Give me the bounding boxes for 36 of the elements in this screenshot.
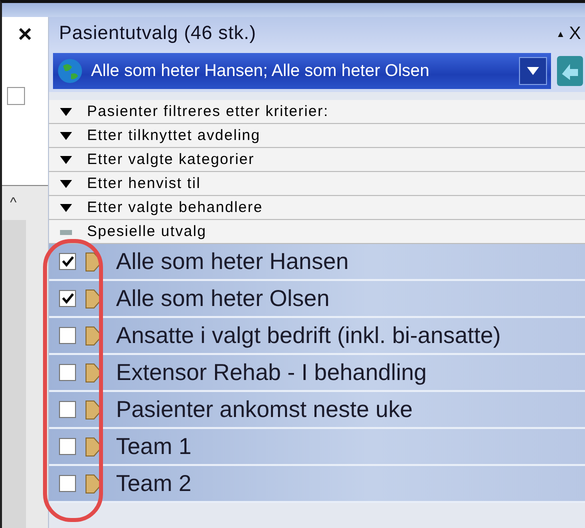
dropdown-arrow-icon[interactable] (526, 66, 540, 76)
expand-arrow-icon[interactable] (59, 130, 73, 140)
section-label[interactable]: Etter valgte kategorier (87, 151, 254, 168)
section-label[interactable]: Etter valgte behandlere (87, 199, 263, 216)
list-item[interactable]: Alle som heter Hansen (49, 244, 585, 281)
globe-icon (57, 58, 83, 84)
expand-arrow-icon[interactable] (59, 106, 73, 116)
checkbox[interactable] (7, 87, 25, 105)
list-item[interactable]: Extensor Rehab - I behandling (49, 355, 585, 392)
checkbox[interactable] (59, 475, 76, 492)
list-item[interactable]: Team 2 (49, 466, 585, 503)
section-label[interactable]: Etter tilknyttet avdeling (87, 127, 260, 144)
close-icon[interactable]: X (568, 23, 581, 44)
expand-arrow-icon[interactable] (59, 178, 73, 188)
list-item[interactable]: Pasienter ankomst neste uke (49, 392, 585, 429)
scroll-up-icon[interactable]: ^ (10, 194, 17, 210)
checkbox[interactable] (59, 401, 76, 418)
expand-arrow-icon[interactable] (59, 202, 73, 212)
list-item[interactable]: Ansatte i valgt bedrift (inkl. bi-ansatte) (49, 318, 585, 355)
checkbox[interactable] (59, 438, 76, 455)
checkbox[interactable] (59, 327, 76, 344)
checkbox[interactable] (59, 253, 76, 270)
expand-arrow-icon[interactable] (59, 154, 73, 164)
scrollbar-track[interactable] (2, 220, 26, 528)
list-item[interactable]: Team 1 (49, 429, 585, 466)
panel-title: Pasientutvalg (46 stk.) (59, 22, 258, 44)
checkbox[interactable] (59, 290, 76, 307)
pin-icon[interactable]: ▲ (556, 28, 565, 38)
section-label[interactable]: Etter henvist til (87, 175, 201, 192)
selection-dropdown[interactable]: Alle som heter Hansen; Alle som heter Olsen (53, 53, 551, 89)
refresh-icon[interactable] (555, 54, 585, 88)
close-icon[interactable]: × (18, 23, 32, 47)
list-item[interactable]: Alle som heter Olsen (49, 281, 585, 318)
section-label[interactable]: Pasienter filtreres etter kriterier: (87, 103, 329, 120)
checkbox[interactable] (59, 364, 76, 381)
section-label[interactable]: Spesielle utvalg (87, 223, 206, 240)
